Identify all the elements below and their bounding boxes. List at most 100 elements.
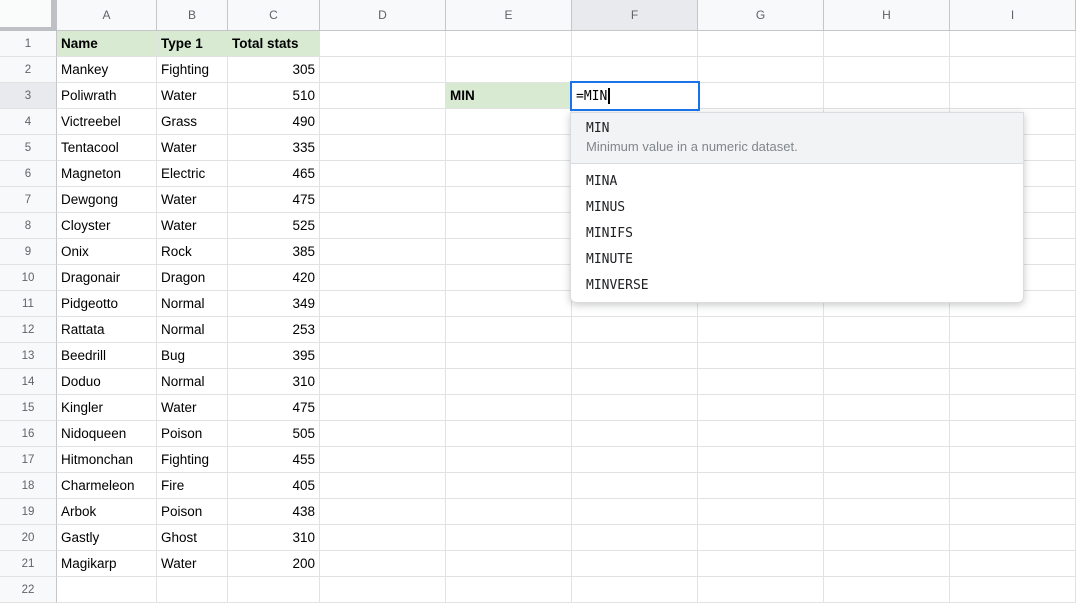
cell-C3[interactable]: 510 bbox=[228, 83, 320, 109]
autocomplete-item-minifs[interactable]: MINIFS bbox=[571, 220, 1023, 246]
cell-B19[interactable]: Poison bbox=[157, 499, 228, 525]
cell-F13[interactable] bbox=[572, 343, 698, 369]
cell-H14[interactable] bbox=[824, 369, 950, 395]
cell-D22[interactable] bbox=[320, 577, 446, 603]
cell-G3[interactable] bbox=[698, 83, 824, 109]
cell-A20[interactable]: Gastly bbox=[57, 525, 157, 551]
cell-A6[interactable]: Magneton bbox=[57, 161, 157, 187]
cell-D4[interactable] bbox=[320, 109, 446, 135]
cell-E7[interactable] bbox=[446, 187, 572, 213]
cell-C2[interactable]: 305 bbox=[228, 57, 320, 83]
cell-C13[interactable]: 395 bbox=[228, 343, 320, 369]
cell-B4[interactable]: Grass bbox=[157, 109, 228, 135]
cell-B5[interactable]: Water bbox=[157, 135, 228, 161]
cell-B15[interactable]: Water bbox=[157, 395, 228, 421]
cell-A18[interactable]: Charmeleon bbox=[57, 473, 157, 499]
column-header-I[interactable]: I bbox=[950, 0, 1076, 31]
row-header-22[interactable]: 22 bbox=[0, 577, 57, 603]
cell-D13[interactable] bbox=[320, 343, 446, 369]
cell-A4[interactable]: Victreebel bbox=[57, 109, 157, 135]
cell-A7[interactable]: Dewgong bbox=[57, 187, 157, 213]
cell-C14[interactable]: 310 bbox=[228, 369, 320, 395]
autocomplete-item-minverse[interactable]: MINVERSE bbox=[571, 272, 1023, 298]
cell-B16[interactable]: Poison bbox=[157, 421, 228, 447]
row-header-20[interactable]: 20 bbox=[0, 525, 57, 551]
cell-B7[interactable]: Water bbox=[157, 187, 228, 213]
cell-B22[interactable] bbox=[157, 577, 228, 603]
row-header-12[interactable]: 12 bbox=[0, 317, 57, 343]
cell-G1[interactable] bbox=[698, 31, 824, 57]
cell-I14[interactable] bbox=[950, 369, 1076, 395]
cell-C17[interactable]: 455 bbox=[228, 447, 320, 473]
cell-G21[interactable] bbox=[698, 551, 824, 577]
autocomplete-item-mina[interactable]: MINA bbox=[571, 168, 1023, 194]
column-header-C[interactable]: C bbox=[228, 0, 320, 31]
cell-E8[interactable] bbox=[446, 213, 572, 239]
cell-A17[interactable]: Hitmonchan bbox=[57, 447, 157, 473]
cell-H17[interactable] bbox=[824, 447, 950, 473]
cell-E1[interactable] bbox=[446, 31, 572, 57]
cell-F21[interactable] bbox=[572, 551, 698, 577]
cell-A12[interactable]: Rattata bbox=[57, 317, 157, 343]
cell-E3[interactable]: MIN bbox=[446, 83, 572, 109]
cell-C4[interactable]: 490 bbox=[228, 109, 320, 135]
cell-D6[interactable] bbox=[320, 161, 446, 187]
cell-D12[interactable] bbox=[320, 317, 446, 343]
cell-D7[interactable] bbox=[320, 187, 446, 213]
cell-I2[interactable] bbox=[950, 57, 1076, 83]
cell-B12[interactable]: Normal bbox=[157, 317, 228, 343]
cell-B2[interactable]: Fighting bbox=[157, 57, 228, 83]
cell-H16[interactable] bbox=[824, 421, 950, 447]
cell-B18[interactable]: Fire bbox=[157, 473, 228, 499]
cell-H12[interactable] bbox=[824, 317, 950, 343]
cell-I19[interactable] bbox=[950, 499, 1076, 525]
cell-E10[interactable] bbox=[446, 265, 572, 291]
cell-C16[interactable]: 505 bbox=[228, 421, 320, 447]
autocomplete-selected-item[interactable]: MIN Minimum value in a numeric dataset. bbox=[571, 113, 1023, 164]
cell-H1[interactable] bbox=[824, 31, 950, 57]
cell-E20[interactable] bbox=[446, 525, 572, 551]
cell-G16[interactable] bbox=[698, 421, 824, 447]
row-header-1[interactable]: 1 bbox=[0, 31, 57, 57]
cell-D2[interactable] bbox=[320, 57, 446, 83]
cell-I16[interactable] bbox=[950, 421, 1076, 447]
cell-D19[interactable] bbox=[320, 499, 446, 525]
cell-D17[interactable] bbox=[320, 447, 446, 473]
cell-I22[interactable] bbox=[950, 577, 1076, 603]
cell-A19[interactable]: Arbok bbox=[57, 499, 157, 525]
cell-I15[interactable] bbox=[950, 395, 1076, 421]
row-header-11[interactable]: 11 bbox=[0, 291, 57, 317]
cell-D10[interactable] bbox=[320, 265, 446, 291]
cell-B9[interactable]: Rock bbox=[157, 239, 228, 265]
column-header-F[interactable]: F bbox=[572, 0, 698, 31]
cell-H21[interactable] bbox=[824, 551, 950, 577]
column-header-E[interactable]: E bbox=[446, 0, 572, 31]
cell-F2[interactable] bbox=[572, 57, 698, 83]
cell-D3[interactable] bbox=[320, 83, 446, 109]
cell-B13[interactable]: Bug bbox=[157, 343, 228, 369]
formula-cell-editor[interactable]: =MIN bbox=[570, 81, 700, 111]
column-header-D[interactable]: D bbox=[320, 0, 446, 31]
cell-C7[interactable]: 475 bbox=[228, 187, 320, 213]
row-header-4[interactable]: 4 bbox=[0, 109, 57, 135]
row-header-14[interactable]: 14 bbox=[0, 369, 57, 395]
cell-F20[interactable] bbox=[572, 525, 698, 551]
autocomplete-item-minute[interactable]: MINUTE bbox=[571, 246, 1023, 272]
cell-F14[interactable] bbox=[572, 369, 698, 395]
cell-A21[interactable]: Magikarp bbox=[57, 551, 157, 577]
cell-E15[interactable] bbox=[446, 395, 572, 421]
cell-B3[interactable]: Water bbox=[157, 83, 228, 109]
cell-A22[interactable] bbox=[57, 577, 157, 603]
cell-E5[interactable] bbox=[446, 135, 572, 161]
cell-C5[interactable]: 335 bbox=[228, 135, 320, 161]
cell-I13[interactable] bbox=[950, 343, 1076, 369]
cell-F1[interactable] bbox=[572, 31, 698, 57]
cell-H20[interactable] bbox=[824, 525, 950, 551]
cell-G18[interactable] bbox=[698, 473, 824, 499]
cell-E11[interactable] bbox=[446, 291, 572, 317]
row-header-8[interactable]: 8 bbox=[0, 213, 57, 239]
row-header-6[interactable]: 6 bbox=[0, 161, 57, 187]
cell-A1[interactable]: Name bbox=[57, 31, 157, 57]
cell-A8[interactable]: Cloyster bbox=[57, 213, 157, 239]
cell-I20[interactable] bbox=[950, 525, 1076, 551]
